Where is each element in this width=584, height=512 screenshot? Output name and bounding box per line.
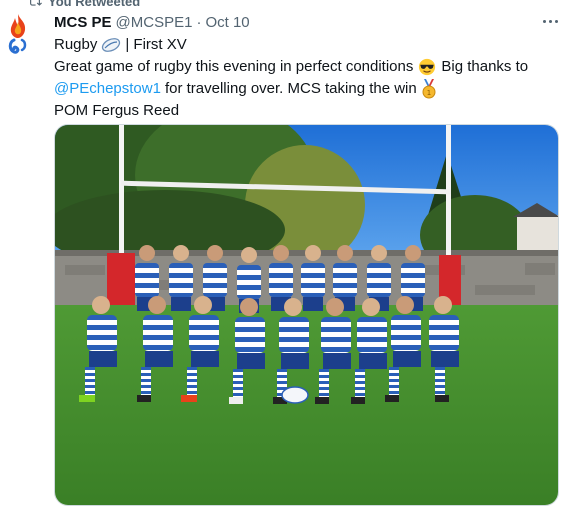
team-photo-image bbox=[55, 125, 558, 505]
line2-after: Big thanks to bbox=[441, 58, 529, 75]
header-separator: · bbox=[196, 13, 202, 31]
retweet-label: You Retweeted bbox=[48, 0, 141, 9]
author-handle[interactable]: @MCSPE1 bbox=[116, 14, 193, 31]
author-name[interactable]: MCS PE bbox=[54, 14, 112, 31]
line3-after: for travelling over. MCS taking the win bbox=[164, 80, 417, 97]
line1-prefix: Rugby bbox=[54, 36, 98, 53]
more-icon[interactable] bbox=[539, 12, 561, 30]
tweet-line-2: Great game of rugby this evening in perf… bbox=[54, 56, 564, 78]
tweet-text: Rugby | First XV Great game of rugby thi… bbox=[54, 34, 564, 122]
line1-suffix: | First XV bbox=[125, 36, 187, 53]
tweet-line-4: POM Fergus Reed bbox=[54, 100, 564, 122]
retweet-icon bbox=[30, 0, 42, 6]
tweet-line-1: Rugby | First XV bbox=[54, 34, 564, 56]
sunglasses-emoji bbox=[419, 58, 436, 76]
medal-emoji: 1 bbox=[422, 79, 436, 99]
svg-text:1: 1 bbox=[427, 89, 431, 97]
line2-text: Great game of rugby this evening in perf… bbox=[54, 58, 414, 75]
tweet-date[interactable]: Oct 10 bbox=[205, 14, 249, 31]
flame-logo-icon bbox=[8, 14, 27, 54]
tweet-line-3: @PEchepstow1 for travelling over. MCS ta… bbox=[54, 78, 564, 100]
line4-text: POM Fergus Reed bbox=[54, 102, 180, 119]
avatar[interactable] bbox=[4, 12, 32, 60]
retweet-indicator: You Retweeted bbox=[28, 0, 141, 9]
team-photo[interactable] bbox=[54, 124, 559, 506]
rugby-ball-emoji bbox=[102, 38, 121, 52]
mention-link[interactable]: @PEchepstow1 bbox=[54, 78, 161, 100]
tweet-header: MCS PE @MCSPE1 · Oct 10 bbox=[54, 12, 250, 32]
